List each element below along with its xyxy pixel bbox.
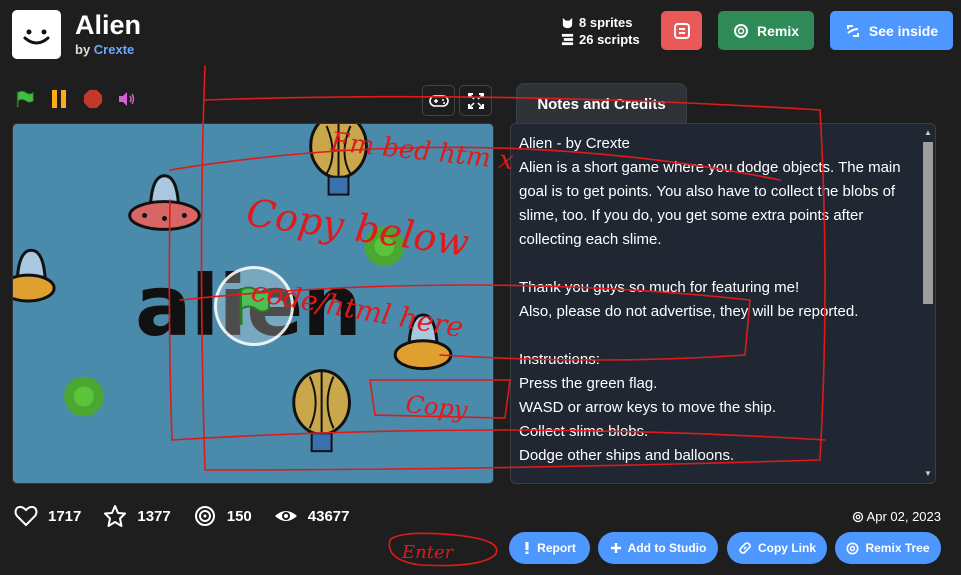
project-thumbnail [12, 10, 61, 59]
add-to-studio-button[interactable]: Add to Studio [598, 532, 718, 564]
player-controls [15, 89, 137, 109]
favorite-stat[interactable]: 1377 [103, 504, 171, 528]
remix-stat: 150 [193, 504, 252, 528]
notes-scrollbar[interactable]: ▲ ▼ [921, 128, 933, 479]
star-icon [104, 505, 127, 527]
favorite-count: 1377 [137, 507, 171, 525]
love-count: 1717 [48, 507, 82, 525]
ufo-icon [393, 313, 453, 371]
speaker-icon[interactable] [117, 89, 137, 109]
report-label: Report [537, 541, 576, 555]
view-count: 43677 [307, 507, 350, 525]
tab-notes-and-credits[interactable]: Notes and Credits [516, 83, 687, 124]
sprite-count: 8 sprites [579, 15, 633, 30]
slime-blob-icon [64, 376, 104, 417]
see-inside-icon [846, 24, 859, 37]
eye-icon [274, 511, 297, 521]
remix-icon [733, 23, 748, 38]
project-stats: 8 sprites 26 scripts [561, 14, 640, 48]
scroll-down-arrow[interactable]: ▼ [923, 469, 933, 479]
love-stat[interactable]: 1717 [14, 504, 81, 528]
project-byline: by Crexte [75, 42, 134, 57]
handwriting-line: Enter [401, 542, 455, 563]
copy-link-label: Copy Link [757, 541, 816, 555]
share-date: Apr 02, 2023 [852, 509, 941, 524]
scroll-thumb[interactable] [923, 142, 933, 304]
see-inside-button[interactable]: See inside [830, 11, 953, 50]
byline-prefix: by [75, 42, 91, 57]
smile-icon [23, 29, 50, 45]
editor-icon-button[interactable] [661, 11, 702, 50]
copy-link-button[interactable]: Copy Link [727, 532, 827, 564]
stage-tools [422, 85, 492, 116]
remix-count: 150 [226, 507, 252, 525]
author-link[interactable]: Crexte [94, 42, 134, 57]
script-count: 26 scripts [579, 32, 640, 47]
notes-text: Alien - by Crexte Alien is a short game … [519, 135, 901, 464]
project-title: Alien [75, 10, 142, 40]
notes-panel[interactable]: Alien - by Crexte Alien is a short game … [510, 123, 936, 484]
sprite-face-icon [673, 22, 690, 39]
remix-label: Remix [756, 22, 800, 39]
project-stage[interactable]: alien [12, 123, 494, 484]
exclamation-icon [525, 542, 529, 554]
gamepad-icon [428, 94, 449, 107]
view-stat: 43677 [274, 504, 350, 528]
engagement-stats: 1717 1377 150 43677 [14, 504, 350, 528]
remix-tree-button[interactable]: Remix Tree [835, 532, 941, 564]
scroll-up-arrow[interactable]: ▲ [923, 128, 933, 138]
script-icon [561, 33, 574, 46]
balloon-icon [292, 369, 351, 453]
remix-tree-label: Remix Tree [865, 541, 930, 555]
fullscreen-button[interactable] [459, 85, 492, 116]
ufo-icon [128, 174, 201, 231]
slime-blob-icon [364, 226, 405, 267]
remix-small-icon [852, 511, 863, 522]
green-flag-icon [239, 286, 270, 325]
ufo-icon [13, 248, 56, 303]
cat-icon [562, 17, 573, 29]
fullscreen-icon [467, 92, 484, 109]
stop-icon[interactable] [83, 89, 103, 109]
remix-icon [194, 506, 215, 526]
remix-button[interactable]: Remix [718, 11, 814, 50]
turbo-mode-button[interactable] [422, 85, 455, 116]
see-inside-label: See inside [868, 22, 939, 39]
pause-icon[interactable] [49, 89, 69, 109]
plus-icon [610, 543, 621, 553]
heart-icon [14, 505, 38, 527]
link-icon [739, 542, 751, 554]
start-overlay-button[interactable] [214, 266, 294, 346]
remix-icon [846, 542, 859, 554]
report-button[interactable]: Report [509, 532, 590, 564]
add-studio-label: Add to Studio [627, 541, 707, 555]
green-flag-icon[interactable] [15, 89, 35, 109]
date-text: Apr 02, 2023 [866, 509, 941, 524]
balloon-icon [309, 124, 368, 196]
